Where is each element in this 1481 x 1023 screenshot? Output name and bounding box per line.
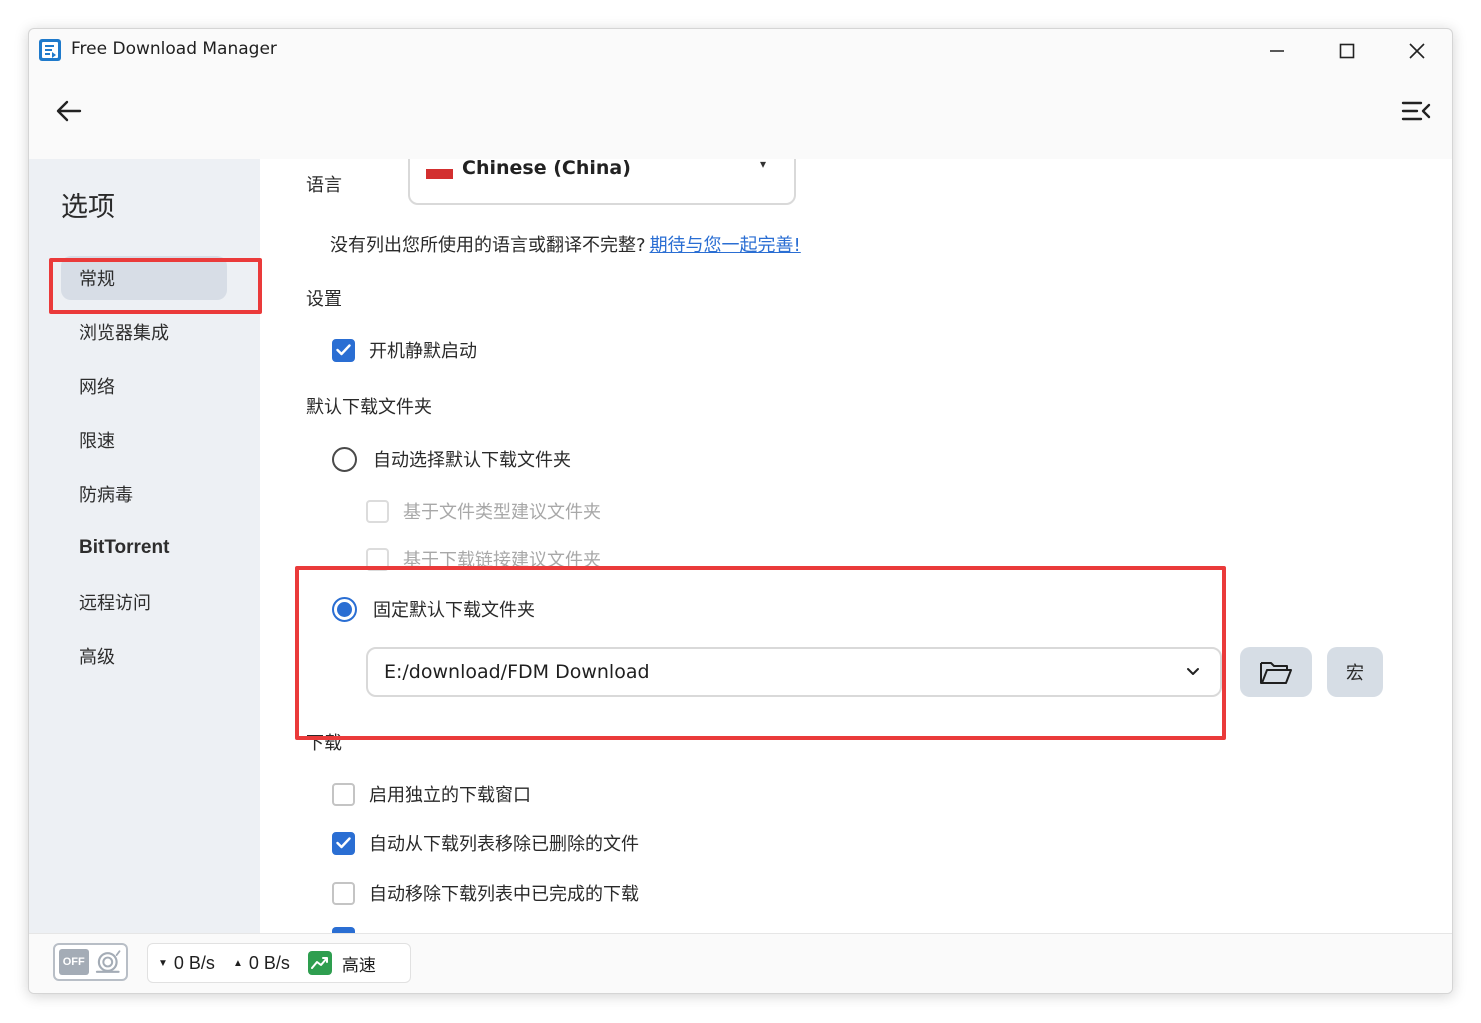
upload-speed: ▲ 0 B/s (233, 953, 290, 974)
minimize-button[interactable] (1242, 31, 1312, 71)
language-note: 没有列出您所使用的语言或翻译不完整? 期待与您一起完善! (330, 231, 801, 257)
chevron-down-icon (1187, 668, 1199, 675)
sidebar-item-advanced[interactable]: 高级 (61, 634, 227, 678)
top-toolbar (29, 73, 1452, 159)
default-folder-section-title: 默认下载文件夹 (306, 397, 432, 418)
separate-window-checkbox[interactable] (332, 782, 355, 806)
checkmark-icon (336, 344, 351, 356)
menu-collapse-icon (1401, 101, 1431, 121)
language-selected-value: Chinese (China) (462, 159, 631, 179)
snail-mode-state: OFF (59, 949, 89, 975)
suggest-by-type-checkbox[interactable] (366, 499, 389, 523)
remove-deleted-option[interactable]: 自动从下载列表移除已删除的文件 (332, 830, 639, 856)
options-sidebar: 选项 常规 浏览器集成 网络 限速 防病毒 BitTorrent 远程访问 高级 (29, 159, 260, 933)
remove-deleted-checkbox[interactable] (332, 831, 355, 855)
separate-window-label: 启用独立的下载窗口 (369, 785, 531, 806)
download-speed-value: 0 B/s (173, 952, 215, 973)
sidebar-item-label: 网络 (79, 377, 115, 398)
macro-button[interactable]: 宏 (1327, 647, 1383, 697)
sidebar-item-label: 高级 (79, 647, 115, 668)
fixed-folder-radio[interactable] (332, 596, 357, 622)
sidebar-item-bittorrent[interactable]: BitTorrent (61, 526, 227, 570)
folder-path-select[interactable]: E:/download/FDM Download (366, 647, 1222, 697)
snail-mode-toggle[interactable]: OFF (53, 943, 128, 981)
language-label: 语言 (306, 175, 342, 196)
speed-mode-label: 高速 (341, 955, 376, 976)
maximize-button[interactable] (1312, 31, 1382, 71)
remove-completed-label: 自动移除下载列表中已完成的下载 (369, 884, 639, 905)
sidebar-item-network[interactable]: 网络 (61, 364, 227, 408)
settings-section-title: 设置 (306, 289, 342, 310)
title-bar: Free Download Manager (29, 29, 1452, 73)
upload-speed-value: 0 B/s (248, 952, 290, 973)
silent-start-label: 开机静默启动 (369, 341, 477, 362)
language-select[interactable]: Chinese (China) ▾ (408, 159, 796, 205)
back-button[interactable] (51, 93, 87, 129)
fixed-folder-label: 固定默认下载文件夹 (373, 600, 535, 621)
china-flag-icon (426, 169, 453, 179)
browse-folder-button[interactable] (1240, 647, 1312, 697)
sidebar-item-label: 限速 (79, 431, 115, 452)
arrow-up-icon: ▲ (232, 957, 243, 969)
suggest-by-link-label: 基于下载链接建议文件夹 (403, 550, 601, 571)
sidebar-title: 选项 (61, 192, 115, 223)
close-button[interactable] (1382, 31, 1452, 71)
maximize-icon (1339, 43, 1355, 59)
suggest-by-link-option[interactable]: 基于下载链接建议文件夹 (366, 546, 601, 572)
settings-content: 语言 Chinese (China) ▾ 没有列出您所使用的语言或翻译不完整? … (260, 159, 1452, 933)
sidebar-item-label: 远程访问 (79, 593, 151, 614)
remove-completed-checkbox[interactable] (332, 881, 355, 905)
auto-select-folder-option[interactable]: 自动选择默认下载文件夹 (332, 446, 571, 472)
sidebar-item-label: BitTorrent (79, 537, 170, 558)
folder-open-icon (1260, 662, 1292, 684)
suggest-by-type-option[interactable]: 基于文件类型建议文件夹 (366, 498, 601, 524)
arrow-down-icon: ▼ (158, 957, 168, 969)
chevron-down-icon: ▾ (759, 159, 766, 171)
snail-icon (95, 950, 120, 973)
silent-start-checkbox[interactable] (332, 338, 355, 362)
arrow-left-icon (56, 100, 82, 122)
language-note-text: 没有列出您所使用的语言或翻译不完整? (330, 235, 646, 256)
suggest-by-type-label: 基于文件类型建议文件夹 (403, 502, 601, 523)
sidebar-item-label: 常规 (79, 269, 115, 290)
sidebar-item-label: 浏览器集成 (79, 323, 169, 344)
download-section-title: 下载 (306, 733, 342, 754)
sidebar-item-browser-integration[interactable]: 浏览器集成 (61, 310, 227, 354)
remove-deleted-label: 自动从下载列表移除已删除的文件 (369, 834, 639, 855)
auto-select-folder-radio[interactable] (332, 446, 357, 472)
download-speed: ▼ 0 B/s (158, 953, 215, 974)
folder-path-value: E:/download/FDM Download (384, 661, 650, 683)
silent-start-option[interactable]: 开机静默启动 (332, 337, 477, 363)
fixed-folder-option[interactable]: 固定默认下载文件夹 (332, 596, 535, 622)
checkmark-icon (336, 837, 351, 849)
fdm-logo-icon (39, 39, 61, 61)
minimize-icon (1270, 50, 1284, 52)
app-window: Free Download Manager 选项 常规 浏览器集成 网络 限速 (28, 28, 1453, 994)
sidebar-item-label: 防病毒 (79, 485, 133, 506)
sidebar-item-remote-access[interactable]: 远程访问 (61, 580, 227, 624)
macro-button-label: 宏 (1346, 663, 1364, 684)
main-menu-button[interactable] (1398, 93, 1434, 129)
trend-up-icon (307, 951, 332, 975)
sidebar-item-general[interactable]: 常规 (61, 256, 227, 300)
sidebar-item-speed-limit[interactable]: 限速 (61, 418, 227, 462)
remove-completed-option[interactable]: 自动移除下载列表中已完成的下载 (332, 880, 639, 906)
translate-link[interactable]: 期待与您一起完善! (650, 231, 801, 257)
status-bar: OFF ▼ 0 B/s ▲ 0 B/s 高速 (29, 933, 1452, 993)
close-icon (1409, 43, 1425, 59)
suggest-by-link-checkbox[interactable] (366, 547, 389, 571)
speed-indicator[interactable]: ▼ 0 B/s ▲ 0 B/s 高速 (147, 943, 411, 983)
auto-select-folder-label: 自动选择默认下载文件夹 (373, 450, 571, 471)
window-title: Free Download Manager (71, 39, 277, 59)
separate-window-option[interactable]: 启用独立的下载窗口 (332, 781, 531, 807)
sidebar-item-antivirus[interactable]: 防病毒 (61, 472, 227, 516)
